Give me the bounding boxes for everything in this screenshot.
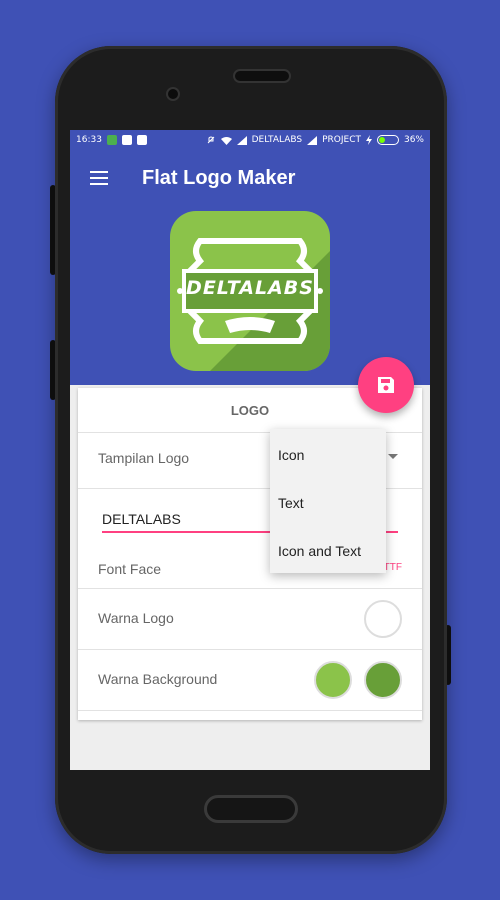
logo-preview: DELTALABS [170, 211, 330, 371]
status-time: 16:33 [76, 135, 102, 145]
card-bottom-row [78, 710, 422, 720]
popup-item-icon[interactable]: Icon [270, 431, 386, 479]
logo-color-label: Warna Logo [98, 610, 174, 626]
popup-item-text[interactable]: Text [270, 479, 386, 527]
logo-color-swatch[interactable] [364, 600, 402, 638]
app-bar: Flat Logo Maker DELTALABS [70, 150, 430, 385]
background-color-row: Warna Background [78, 649, 422, 710]
charging-icon [365, 135, 372, 145]
logo-color-row: Warna Logo [78, 588, 422, 649]
hamburger-menu-icon[interactable] [90, 171, 108, 185]
earpiece-speaker [233, 69, 291, 83]
app-screen: 16:33 DELTALABS PROJECT 36% Flat Logo Ma… [70, 130, 430, 770]
bbm-icon-2 [136, 135, 147, 145]
background-color-swatch-1[interactable] [314, 661, 352, 699]
mute-icon [207, 136, 214, 144]
display-mode-label: Tampilan Logo [98, 450, 190, 466]
logo-text: DELTALABS [186, 277, 314, 299]
popup-item-icon-and-text[interactable]: Icon and Text [270, 527, 386, 575]
carrier-1: DELTALABS [251, 135, 303, 145]
logo-ribbon [225, 317, 275, 333]
battery-level [378, 137, 386, 143]
home-button[interactable] [204, 795, 298, 823]
app-title: Flat Logo Maker [142, 167, 296, 189]
wifi-icon [220, 136, 232, 145]
battery-percent: 36% [403, 135, 424, 145]
font-face-label: Font Face [98, 561, 162, 577]
signal-icon [236, 135, 247, 145]
save-button[interactable] [358, 357, 414, 413]
background-color-swatch-2[interactable] [364, 661, 402, 699]
background-color-label: Warna Background [98, 671, 218, 687]
front-camera [166, 87, 180, 101]
notification-icon [106, 135, 117, 145]
display-mode-popup: Icon Text Icon and Text [270, 429, 386, 573]
status-bar: 16:33 DELTALABS PROJECT 36% [70, 130, 430, 150]
chevron-down-icon[interactable] [388, 454, 398, 459]
signal-icon-2 [307, 135, 318, 145]
battery-icon [376, 135, 399, 145]
save-icon [378, 377, 394, 393]
carrier-2: PROJECT [322, 135, 361, 145]
bbm-icon [121, 135, 132, 145]
